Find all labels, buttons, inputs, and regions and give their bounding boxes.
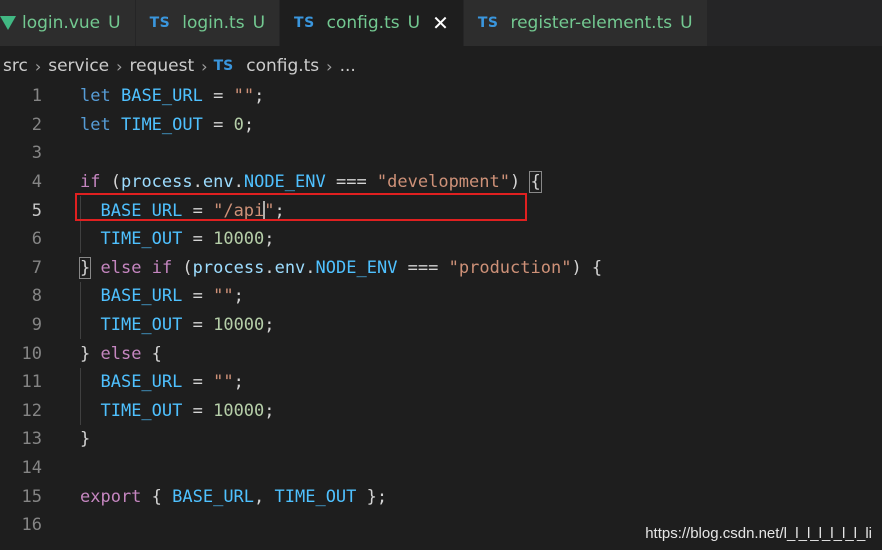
chevron-right-icon: › <box>116 56 123 76</box>
code-text: } <box>80 429 91 450</box>
editor-tab-bar: login.vue U TS login.ts U TS config.ts U… <box>0 0 882 46</box>
tab-register-element-ts[interactable]: TS register-element.ts U <box>463 0 708 46</box>
code-line: 2 let TIME_OUT = 0; <box>0 111 882 140</box>
code-text: } else if (process.env.NODE_ENV === "pro… <box>78 256 603 279</box>
line-number: 12 <box>21 400 42 421</box>
line-number: 1 <box>31 86 42 107</box>
tab-login-vue[interactable]: login.vue U <box>0 0 136 46</box>
code-line: 10 } else { <box>0 339 882 368</box>
code-text: export { BASE_URL, TIME_OUT }; <box>80 486 388 507</box>
code-line: 8 BASE_URL = ""; <box>0 282 882 311</box>
breadcrumb-item-request[interactable]: request <box>127 56 198 76</box>
code-line: 3 <box>0 139 882 168</box>
typescript-file-icon: TS <box>294 15 315 31</box>
line-number: 9 <box>31 315 42 336</box>
code-text: } else { <box>80 343 162 364</box>
chevron-right-icon: › <box>201 56 208 76</box>
typescript-file-icon: TS <box>149 15 171 31</box>
tab-label: register-element.ts <box>510 13 673 33</box>
code-line: 6 TIME_OUT = 10000; <box>0 225 882 254</box>
code-text: BASE_URL = ""; <box>100 372 244 393</box>
line-number: 15 <box>21 486 42 507</box>
close-icon[interactable]: ✕ <box>432 13 449 33</box>
tab-label: login.vue <box>22 13 101 33</box>
breadcrumb-item-symbols[interactable]: ... <box>337 56 359 76</box>
code-editor[interactable]: 1 let BASE_URL = ""; 2 let TIME_OUT = 0;… <box>0 82 882 550</box>
typescript-file-icon: TS <box>213 58 234 74</box>
watermark-text: https://blog.csdn.net/l_l_l_l_l_l_l_li <box>645 525 872 542</box>
breadcrumb: src › service › request › TS config.ts ›… <box>0 50 359 82</box>
line-number: 4 <box>31 172 42 193</box>
chevron-right-icon: › <box>34 56 42 76</box>
untracked-badge: U <box>680 13 693 33</box>
code-text: let BASE_URL = ""; <box>80 86 265 107</box>
line-number: 16 <box>21 515 42 536</box>
code-line: 7 } else if (process.env.NODE_ENV === "p… <box>0 254 882 283</box>
code-line: 9 TIME_OUT = 10000; <box>0 311 882 340</box>
untracked-badge: U <box>108 13 121 33</box>
code-text: TIME_OUT = 10000; <box>100 315 275 336</box>
tab-label: config.ts <box>326 13 400 33</box>
code-line: 1 let BASE_URL = ""; <box>0 82 882 111</box>
code-line: 12 TIME_OUT = 10000; <box>0 397 882 426</box>
line-number: 13 <box>21 429 42 450</box>
line-number: 6 <box>31 229 42 250</box>
code-text: let TIME_OUT = 0; <box>80 114 255 135</box>
line-number: 14 <box>21 458 42 479</box>
code-line: 13 } <box>0 425 882 454</box>
tab-label: login.ts <box>182 13 245 33</box>
vue-file-icon <box>0 16 16 30</box>
line-number: 3 <box>31 143 42 164</box>
breadcrumb-item-service[interactable]: service <box>45 56 112 76</box>
tab-login-ts[interactable]: TS login.ts U <box>135 0 281 46</box>
line-number: 8 <box>31 286 42 307</box>
untracked-badge: U <box>252 13 266 33</box>
tab-config-ts[interactable]: TS config.ts U ✕ <box>280 0 464 46</box>
code-text: TIME_OUT = 10000; <box>100 229 275 250</box>
untracked-badge: U <box>407 13 421 33</box>
line-number: 7 <box>31 257 42 278</box>
breadcrumb-item-config-ts[interactable]: config.ts <box>243 56 322 76</box>
line-number: 10 <box>21 343 42 364</box>
code-line: 14 <box>0 454 882 483</box>
code-text: BASE_URL = ""; <box>100 286 244 307</box>
typescript-file-icon: TS <box>477 15 499 31</box>
breadcrumb-item-src[interactable]: src <box>0 56 31 76</box>
highlight-annotation-box <box>75 193 527 221</box>
line-number: 2 <box>31 114 42 135</box>
code-line: 15 export { BASE_URL, TIME_OUT }; <box>0 482 882 511</box>
line-number: 11 <box>21 372 42 393</box>
line-number: 5 <box>31 200 42 221</box>
code-text: TIME_OUT = 10000; <box>100 400 275 421</box>
code-line: 11 BASE_URL = ""; <box>0 368 882 397</box>
chevron-right-icon: › <box>326 56 333 76</box>
code-text: if (process.env.NODE_ENV === "developmen… <box>80 171 542 194</box>
